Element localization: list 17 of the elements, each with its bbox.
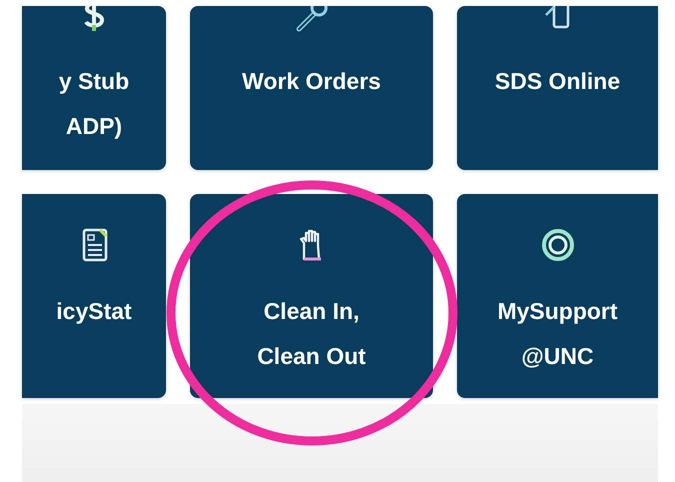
tile-label: SDS Online <box>494 67 620 96</box>
tile-label: Clean In, <box>264 297 360 326</box>
tile-label: icyStat <box>56 297 132 326</box>
app-tile[interactable]: SDS Online <box>457 6 658 170</box>
tile-label: MySupport <box>497 297 618 326</box>
ring-icon <box>540 227 576 263</box>
app-tile[interactable]: Work Orders <box>190 6 433 170</box>
tile-label: @UNC <box>521 342 594 371</box>
app-tile[interactable]: Clean In, Clean Out <box>190 194 433 398</box>
tile-label: y Stub <box>58 67 130 96</box>
wrench-icon <box>294 6 330 33</box>
app-tile[interactable]: MySupport @UNC <box>457 194 658 398</box>
app-tile[interactable]: icyStat <box>22 194 166 398</box>
tile-label: Work Orders <box>242 67 381 96</box>
tile-label: Clean Out <box>257 342 366 371</box>
tile-label: ADP) <box>66 112 122 141</box>
app-tile[interactable]: y Stub ADP) <box>22 6 166 170</box>
